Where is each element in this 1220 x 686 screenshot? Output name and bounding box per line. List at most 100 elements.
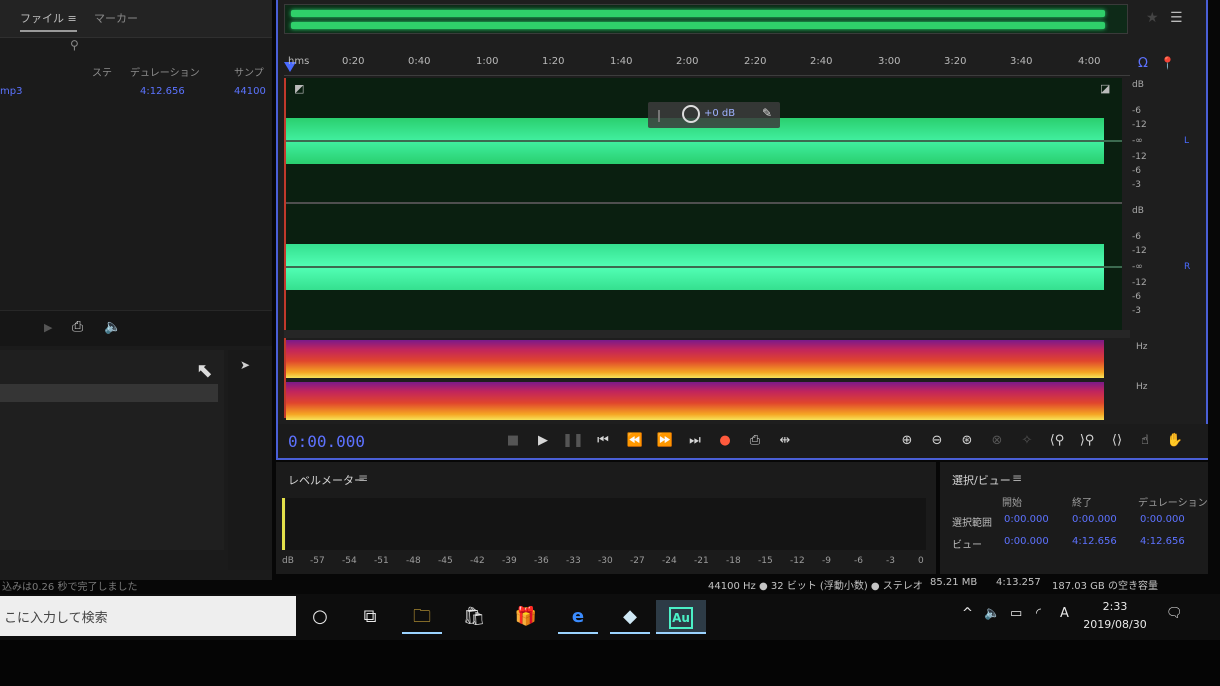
audition-taskbar-button[interactable]: Au — [656, 600, 706, 634]
hud-pin-icon[interactable]: ✎ — [762, 106, 772, 120]
time-ruler[interactable]: hms 0:20 0:40 1:00 1:20 1:40 2:00 2:20 2… — [284, 54, 1130, 76]
play-file-icon[interactable]: ▶ — [44, 321, 52, 334]
load-status-text: 込みは0.26 秒で完了しました — [2, 582, 138, 593]
spectral-divider-handle[interactable] — [284, 330, 1130, 338]
action-center-icon[interactable]: 🗨 — [1166, 606, 1183, 621]
overview-bar[interactable] — [284, 4, 1128, 34]
ime-indicator[interactable]: A — [1060, 606, 1069, 621]
pin-icon[interactable]: 📍 — [1160, 56, 1175, 70]
history-row[interactable] — [0, 384, 218, 402]
level-scale-label: -21 — [694, 556, 709, 566]
level-scale-label: -36 — [534, 556, 549, 566]
record-button[interactable]: ● — [714, 430, 736, 452]
menu-icon[interactable]: ☰ — [1170, 10, 1183, 26]
level-meter-title[interactable]: レベルメーター — [288, 472, 365, 488]
skip-to-end-button[interactable]: ⏭ — [684, 430, 706, 452]
ruler-label: 2:20 — [744, 56, 767, 67]
zoom-reset-icon[interactable]: ⊛ — [956, 430, 978, 452]
zoom-hand-icon[interactable]: ☝ — [1134, 430, 1156, 452]
waveform-editor: ★ ☰ hms 0:20 0:40 1:00 1:20 1:40 2:00 2:… — [276, 0, 1208, 460]
gift-icon[interactable]: 🎁 — [506, 600, 546, 634]
zoom-star-icon[interactable]: ✧ — [1016, 430, 1038, 452]
level-scale-label: -39 — [502, 556, 517, 566]
db-label: -∞ — [1132, 136, 1143, 146]
column-duration[interactable]: デュレーション — [130, 64, 200, 79]
windows-taskbar: こに入力して検索 ○ ⧉ 🗀 🛍 🎁 e ◆ Au ^ 🔈 ▭ ◜ A 2:33… — [0, 594, 1220, 640]
zoom-out-time-icon[interactable]: ⟩⚲ — [1076, 430, 1098, 452]
panel-menu-icon[interactable]: ≡ — [358, 471, 368, 485]
selection-view-title[interactable]: 選択/ビュー — [952, 472, 1011, 488]
waveform-display[interactable]: ◩ ◪ +0 dB ✎ — [286, 78, 1122, 330]
zoom-in-amplitude-icon[interactable]: ⊕ — [896, 430, 918, 452]
zoom-in-time-icon[interactable]: ⟨⚲ — [1046, 430, 1068, 452]
view-start-field[interactable]: 0:00.000 — [1004, 536, 1049, 547]
fade-out-handle-icon[interactable]: ◪ — [1100, 82, 1110, 95]
gain-hud[interactable]: +0 dB ✎ — [648, 102, 780, 128]
current-time-display[interactable]: 0:00.000 — [288, 432, 365, 451]
loop-button[interactable]: ⎙ — [744, 430, 766, 452]
rewind-button[interactable]: ⏪ — [624, 430, 646, 452]
left-channel-centerline — [286, 140, 1122, 142]
edge-browser-icon[interactable]: e — [558, 600, 598, 634]
spectral-display[interactable] — [286, 340, 1104, 420]
power-icon[interactable] — [682, 105, 700, 123]
wifi-icon[interactable]: ◜ — [1036, 606, 1041, 621]
search-files-icon[interactable]: ⚲ — [70, 38, 79, 52]
export-icon[interactable]: ⎙ — [72, 319, 83, 335]
battery-icon[interactable]: ▭ — [1010, 606, 1022, 621]
gain-value[interactable]: +0 dB — [704, 108, 735, 119]
ruler-label: 3:00 — [878, 56, 901, 67]
column-channels[interactable]: ステ — [92, 64, 112, 79]
taskbar-clock[interactable]: 2:33 2019/08/30 — [1080, 598, 1150, 634]
ruler-label: 1:00 — [476, 56, 499, 67]
clock-time: 2:33 — [1102, 600, 1128, 613]
stop-button[interactable]: ■ — [502, 430, 524, 452]
column-sample-rate[interactable]: サンプ — [234, 64, 264, 79]
level-scale-label: -18 — [726, 556, 741, 566]
channel-l-label[interactable]: L — [1184, 136, 1189, 146]
skip-selection-button[interactable]: ⇹ — [774, 430, 796, 452]
store-icon[interactable]: 🛍 — [454, 600, 494, 634]
level-scale-label: -48 — [406, 556, 421, 566]
db-label: -3 — [1132, 180, 1141, 190]
total-length: 4:13.257 — [996, 577, 1041, 588]
show-hidden-icons[interactable]: ^ — [962, 606, 973, 621]
selection-duration-field[interactable]: 0:00.000 — [1140, 514, 1185, 525]
spectral-left-channel — [286, 340, 1104, 378]
star-icon[interactable]: ★ — [1146, 10, 1159, 26]
tab-markers[interactable]: マーカー — [94, 10, 138, 26]
level-scale-label: -9 — [822, 556, 831, 566]
view-duration-field[interactable]: 4:12.656 — [1140, 536, 1185, 547]
headphones-icon[interactable]: Ω — [1138, 56, 1148, 71]
notepad-icon[interactable]: ◆ — [610, 600, 650, 634]
selection-end-field[interactable]: 0:00.000 — [1072, 514, 1117, 525]
overview-right-channel — [291, 22, 1105, 29]
taskbar-search-input[interactable]: こに入力して検索 — [0, 596, 296, 636]
history-panel — [0, 350, 224, 550]
skip-to-start-button[interactable]: ⏮ — [592, 430, 614, 452]
selection-start-field[interactable]: 0:00.000 — [1004, 514, 1049, 525]
pointer-tool-icon[interactable]: ➤ — [240, 358, 250, 372]
zoom-out-amplitude-icon[interactable]: ⊖ — [926, 430, 948, 452]
task-view-icon[interactable]: ⧉ — [350, 600, 390, 634]
fast-forward-button[interactable]: ⏩ — [654, 430, 676, 452]
panel-menu-icon[interactable]: ≡ — [1012, 471, 1022, 485]
view-end-field[interactable]: 4:12.656 — [1072, 536, 1117, 547]
level-scale-label: -33 — [566, 556, 581, 566]
zoom-full-icon[interactable]: ⟨⟩ — [1106, 430, 1128, 452]
pause-button[interactable]: ❚❚ — [562, 430, 584, 452]
files-panel: ファイル ≡ マーカー ⚲ ステ デュレーション サンプ mp3 4:12.65… — [0, 0, 272, 580]
hz-label: Hz — [1136, 342, 1148, 352]
cortana-icon[interactable]: ○ — [300, 600, 340, 634]
speaker-icon[interactable]: 🔈 — [104, 319, 121, 335]
level-scale-label: -27 — [630, 556, 645, 566]
file-explorer-icon[interactable]: 🗀 — [402, 600, 442, 634]
file-row[interactable]: mp3 4:12.656 44100 — [0, 84, 272, 102]
play-button[interactable]: ▶ — [532, 430, 554, 452]
volume-icon[interactable]: 🔈 — [984, 606, 1000, 621]
channel-r-label[interactable]: R — [1184, 262, 1190, 272]
zoom-selection-icon[interactable]: ⊗ — [986, 430, 1008, 452]
tab-files[interactable]: ファイル ≡ — [20, 10, 77, 32]
zoom-extra-icon[interactable]: ✋ — [1164, 430, 1186, 452]
fade-in-handle-icon[interactable]: ◩ — [294, 82, 304, 95]
